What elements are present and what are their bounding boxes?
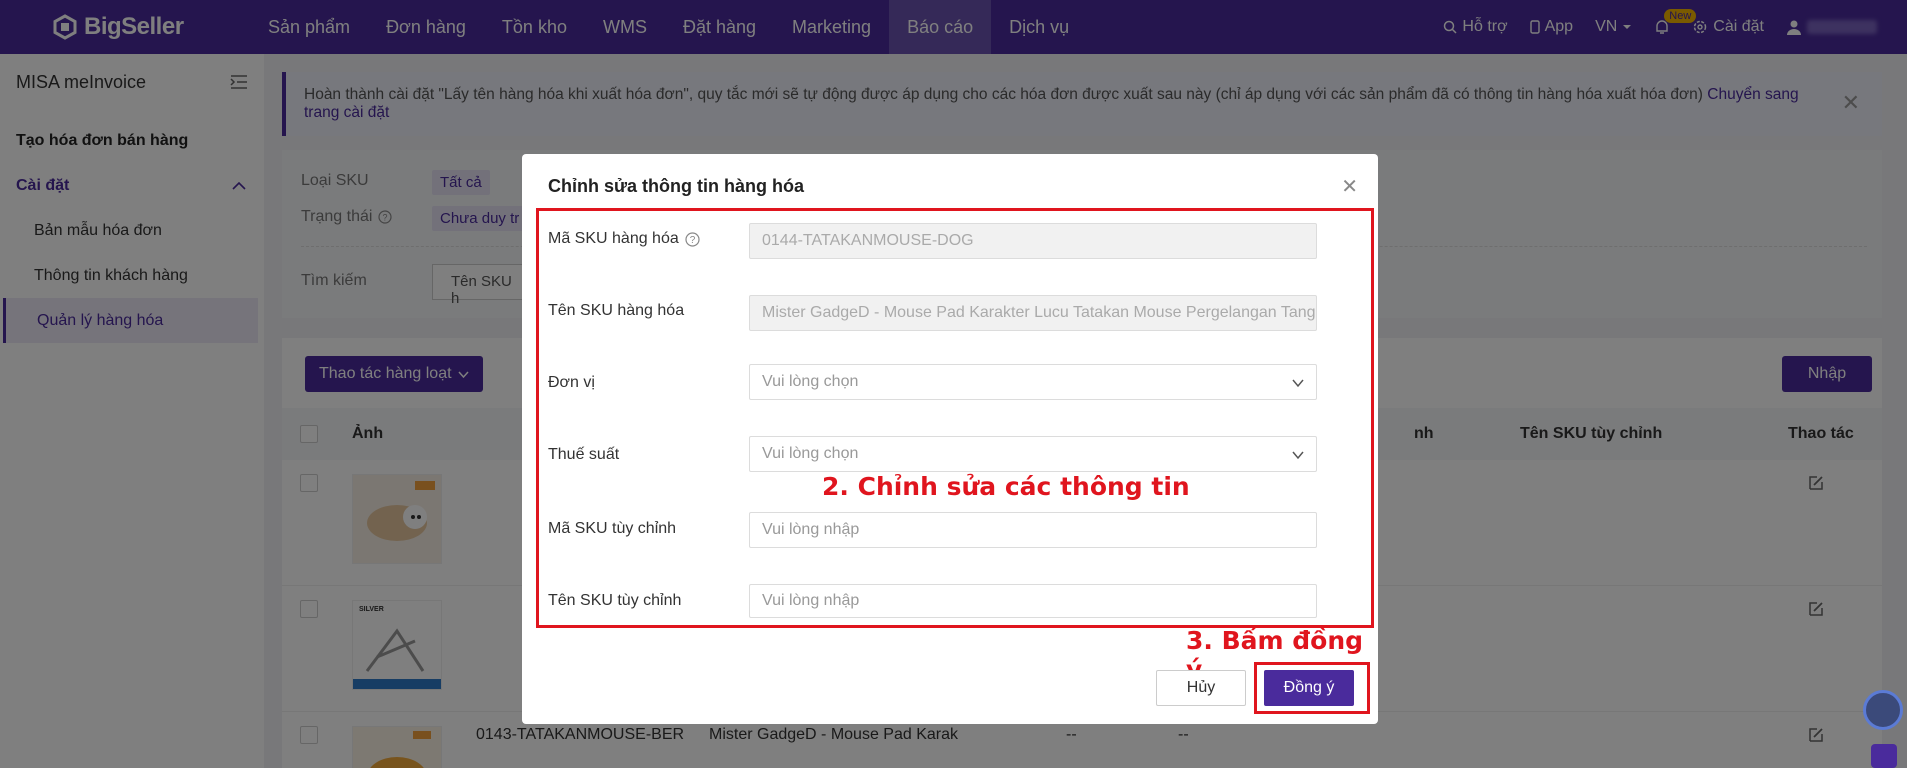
- tax-select[interactable]: Vui lòng chọn: [749, 436, 1317, 472]
- chat-icon[interactable]: [1871, 744, 1897, 768]
- help-circle-icon[interactable]: ?: [685, 231, 700, 247]
- support-avatar[interactable]: [1863, 690, 1903, 730]
- unit-placeholder: Vui lòng chọn: [762, 373, 859, 390]
- custom-code-input[interactable]: Vui lòng nhập: [749, 512, 1317, 548]
- sku-code-field: 0144-TATAKANMOUSE-DOG: [749, 223, 1317, 259]
- annotation-box-fields: [536, 208, 1374, 628]
- ok-button[interactable]: Đồng ý: [1264, 670, 1354, 706]
- unit-select[interactable]: Vui lòng chọn: [749, 364, 1317, 400]
- chevron-down-icon: [1292, 379, 1304, 388]
- sku-code-label: Mã SKU hàng hóa: [548, 230, 679, 247]
- chevron-down-icon: [1292, 451, 1304, 460]
- annotation-step-2: 2. Chỉnh sửa các thông tin: [822, 472, 1190, 501]
- sku-name-field: Mister GadgeD - Mouse Pad Karakter Lucu …: [749, 295, 1317, 331]
- sku-name-label: Tên SKU hàng hóa: [548, 302, 685, 319]
- tax-label: Thuế suất: [548, 446, 620, 463]
- unit-label: Đơn vị: [548, 374, 595, 391]
- custom-name-label: Tên SKU tùy chỉnh: [548, 592, 682, 609]
- sku-code-label-wrap: Mã SKU hàng hóa ?: [548, 230, 700, 248]
- close-icon[interactable]: ✕: [1341, 174, 1358, 199]
- cancel-button[interactable]: Hủy: [1156, 670, 1246, 706]
- modal-title: Chỉnh sửa thông tin hàng hóa: [548, 176, 805, 196]
- edit-goods-modal: Chỉnh sửa thông tin hàng hóa ✕ Mã SKU hà…: [522, 154, 1378, 724]
- svg-text:?: ?: [689, 235, 695, 246]
- custom-code-label: Mã SKU tùy chỉnh: [548, 520, 677, 537]
- custom-name-input[interactable]: Vui lòng nhập: [749, 584, 1317, 618]
- tax-placeholder: Vui lòng chọn: [762, 445, 859, 462]
